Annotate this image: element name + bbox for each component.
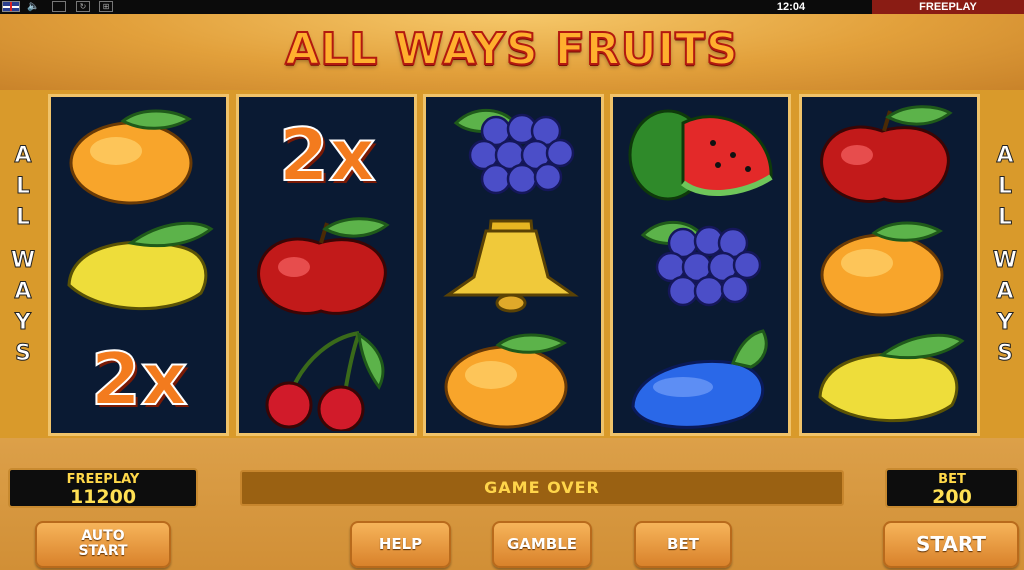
symbol-2x: 2x	[239, 99, 414, 211]
reel-1: 2x	[48, 94, 229, 436]
side-word-all: ALL	[14, 143, 32, 231]
speaker-icon[interactable]: 🔈	[27, 1, 45, 12]
clock: 12:04	[776, 1, 806, 13]
symbol-orange	[802, 211, 977, 323]
symbol-apple	[239, 211, 414, 323]
side-word-all: ALL	[996, 143, 1014, 231]
symbol-2x: 2x	[51, 323, 226, 435]
reel-3	[423, 94, 604, 436]
status-message: GAME OVER	[240, 470, 844, 506]
settings-icon[interactable]: ⊞	[99, 1, 113, 12]
symbol-plum	[613, 323, 788, 435]
side-label-right: ALL WAYS	[990, 140, 1020, 369]
symbol-grapes	[613, 211, 788, 323]
symbol-apple	[802, 99, 977, 211]
symbol-watermelon	[613, 99, 788, 211]
mode-badge: FREEPLAY	[872, 0, 1024, 14]
uk-flag-icon[interactable]	[2, 1, 20, 12]
symbol-lemon	[802, 323, 977, 435]
auto-start-button[interactable]: AUTO START	[35, 521, 171, 568]
reel-2: 2x	[236, 94, 417, 436]
symbol-grapes	[426, 99, 601, 211]
auto-start-line2: START	[78, 543, 128, 559]
game-header: ALL WAYS FRUITS	[0, 14, 1024, 90]
bet-display: BET 200	[885, 468, 1019, 508]
game-title: ALL WAYS FRUITS	[284, 23, 739, 76]
reel-4	[610, 94, 791, 436]
refresh-icon[interactable]: ↻	[76, 1, 90, 12]
symbol-bell	[426, 211, 601, 323]
credit-label: FREEPLAY	[66, 472, 140, 487]
reel-5	[799, 94, 980, 436]
auto-start-line1: AUTO	[81, 528, 125, 544]
credit-display: FREEPLAY 11200	[8, 468, 198, 508]
gamble-button[interactable]: GAMBLE	[492, 521, 592, 568]
fullscreen-icon[interactable]	[52, 1, 66, 12]
symbol-lemon	[51, 211, 226, 323]
side-word-ways: WAYS	[992, 248, 1018, 367]
side-label-left: ALL WAYS	[8, 140, 38, 369]
help-button[interactable]: HELP	[350, 521, 451, 568]
top-bar: 🔈 ↻ ⊞ 12:04 FREEPLAY	[0, 0, 1024, 14]
bet-value: 200	[932, 486, 972, 508]
start-button[interactable]: START	[883, 521, 1019, 568]
symbol-orange	[51, 99, 226, 211]
symbol-cherries	[239, 323, 414, 435]
wild-2x-text: 2x	[278, 112, 377, 198]
bet-button[interactable]: BET	[634, 521, 732, 568]
side-word-ways: WAYS	[10, 248, 36, 367]
bet-label: BET	[938, 472, 966, 487]
credit-value: 11200	[69, 486, 137, 508]
wild-2x-text: 2x	[90, 336, 189, 422]
symbol-orange	[426, 323, 601, 435]
